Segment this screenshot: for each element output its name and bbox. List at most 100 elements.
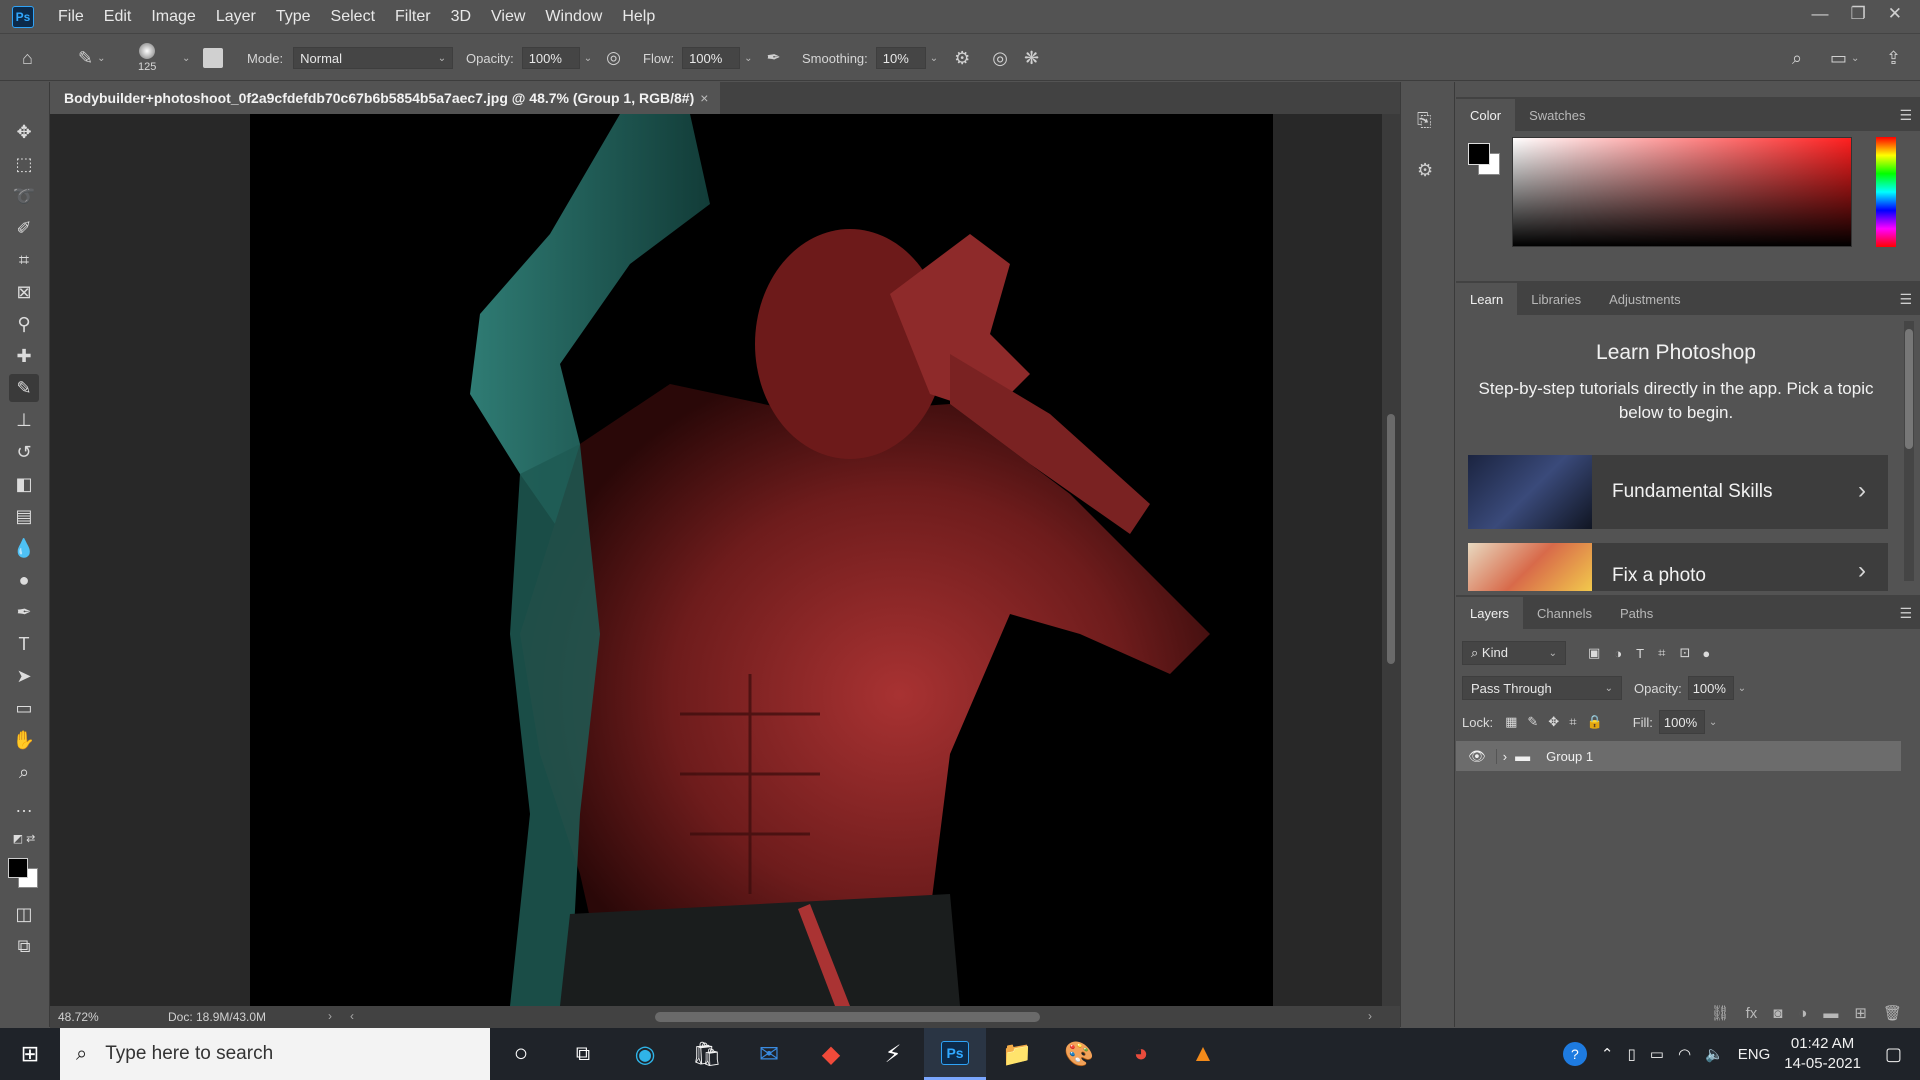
filter-pixel-icon[interactable]: ▣ — [1588, 645, 1600, 661]
cortana-icon[interactable]: ○ — [490, 1028, 552, 1080]
filter-toggle-icon[interactable]: ● — [1702, 646, 1710, 661]
search-icon[interactable]: ⌕ — [1792, 34, 1802, 82]
menu-file[interactable]: File — [48, 8, 94, 26]
menu-view[interactable]: View — [481, 8, 535, 26]
scroll-right-icon[interactable]: › — [1368, 1009, 1372, 1023]
dodge-tool-icon[interactable]: ● — [9, 566, 39, 594]
status-chevron-icon[interactable]: › — [328, 1009, 332, 1023]
history-brush-tool-icon[interactable]: ↺ — [9, 438, 39, 466]
battery-icon[interactable]: ▭ — [1650, 1045, 1664, 1063]
clone-stamp-tool-icon[interactable]: ⊥ — [9, 406, 39, 434]
device-icon[interactable]: ▯ — [1628, 1045, 1636, 1063]
filter-adjustment-icon[interactable]: ◑ — [1614, 646, 1622, 661]
crop-tool-icon[interactable]: ⌗ — [9, 246, 39, 274]
healing-brush-tool-icon[interactable]: ✚ — [9, 342, 39, 370]
link-layers-icon[interactable]: ⛓ — [1711, 1004, 1730, 1022]
wifi-icon[interactable]: ◠ — [1678, 1045, 1691, 1063]
hand-tool-icon[interactable]: ✋ — [9, 726, 39, 754]
edge-icon[interactable]: ◉ — [614, 1028, 676, 1080]
task-view-icon[interactable]: ⧉ — [552, 1028, 614, 1080]
layer-opacity-input[interactable]: 100% — [1687, 676, 1734, 700]
menu-filter[interactable]: Filter — [385, 8, 441, 26]
fill-chevron-icon[interactable]: ⌄ — [1709, 717, 1717, 728]
tab-learn[interactable]: Learn — [1456, 283, 1518, 315]
lasso-tool-icon[interactable]: ➰ — [9, 182, 39, 210]
pressure-opacity-icon[interactable]: ◎ — [606, 48, 621, 68]
learn-scrollbar[interactable] — [1904, 321, 1914, 581]
brush-tool-preset-icon[interactable]: ✎ ⌄ — [78, 34, 105, 82]
adjustment-layer-icon[interactable]: ◑ — [1798, 1005, 1807, 1022]
expand-group-chevron-icon[interactable]: › — [1495, 748, 1507, 764]
type-tool-icon[interactable]: T — [9, 630, 39, 658]
screen-mode-icon[interactable]: ⧉ — [9, 932, 39, 960]
canvas-area[interactable] — [50, 114, 1390, 1006]
vlc-icon[interactable]: ▲ — [1172, 1028, 1234, 1080]
brush-size-chevron-icon[interactable]: ⌄ — [178, 34, 190, 82]
smoothing-chevron-icon[interactable]: ⌄ — [930, 53, 938, 64]
eyedropper-tool-icon[interactable]: ⚲ — [9, 310, 39, 338]
quick-selection-tool-icon[interactable]: ✐ — [9, 214, 39, 242]
document-tab[interactable]: Bodybuilder+photoshoot_0f2a9cfdefdb70c67… — [50, 82, 720, 114]
blur-tool-icon[interactable]: 💧 — [9, 534, 39, 562]
new-layer-icon[interactable]: ⊞ — [1854, 1004, 1867, 1022]
menu-window[interactable]: Window — [535, 8, 612, 26]
add-mask-icon[interactable]: ◙ — [1773, 1005, 1782, 1022]
menu-image[interactable]: Image — [141, 8, 205, 26]
brush-size-picker[interactable]: 125 — [138, 34, 156, 82]
file-explorer-icon[interactable]: 📁 — [986, 1028, 1048, 1080]
lock-transparent-icon[interactable]: ▦ — [1505, 714, 1517, 730]
capcut-icon[interactable]: ⚡ — [862, 1028, 924, 1080]
taskbar-search-box[interactable]: ⌕ Type here to search — [60, 1028, 490, 1080]
minimize-icon[interactable]: — — [1812, 4, 1829, 24]
opacity-input[interactable]: 100% — [521, 47, 580, 69]
opacity-chevron-icon[interactable]: ⌄ — [584, 53, 592, 64]
foreground-color-swatch[interactable] — [8, 858, 28, 878]
photoshop-taskbar-icon[interactable]: Ps — [924, 1028, 986, 1080]
menu-layer[interactable]: Layer — [206, 8, 266, 26]
lock-artboard-icon[interactable]: ⌗ — [1569, 714, 1576, 730]
trash-icon[interactable]: 🗑 — [1883, 1004, 1902, 1022]
blend-mode-dropdown[interactable]: Pass Through ⌄ — [1462, 676, 1622, 700]
menu-3d[interactable]: 3D — [441, 8, 481, 26]
filter-smart-object-icon[interactable]: ⊡ — [1679, 645, 1690, 661]
help-icon[interactable]: ? — [1562, 1042, 1587, 1066]
tab-layers[interactable]: Layers — [1456, 597, 1524, 629]
language-indicator[interactable]: ENG — [1738, 1046, 1771, 1063]
layer-opacity-chevron-icon[interactable]: ⌄ — [1738, 683, 1746, 694]
chrome-icon[interactable]: ◕ — [1110, 1028, 1172, 1080]
layer-row[interactable]: 👁 › ▬ Group 1 — [1456, 741, 1901, 771]
hue-slider[interactable] — [1876, 137, 1896, 247]
flow-input[interactable]: 100% — [682, 47, 741, 69]
frame-tool-icon[interactable]: ⊠ — [9, 278, 39, 306]
scroll-left-icon[interactable]: ‹ — [350, 1009, 354, 1023]
learn-panel-menu-icon[interactable]: ☰ — [1899, 291, 1912, 308]
menu-edit[interactable]: Edit — [94, 8, 142, 26]
vertical-scroll-thumb[interactable] — [1387, 414, 1395, 664]
tab-swatches[interactable]: Swatches — [1515, 99, 1599, 131]
close-tab-icon[interactable]: × — [700, 90, 708, 106]
notification-icon[interactable]: ▢ — [1885, 1044, 1902, 1065]
lock-pixels-icon[interactable]: ✎ — [1527, 714, 1538, 730]
zoom-level[interactable]: 48.72% — [58, 1010, 99, 1024]
default-colors-icon[interactable]: ◩ ⇄ — [9, 824, 39, 852]
lock-all-icon[interactable]: 🔒 — [1587, 714, 1603, 730]
document-image[interactable] — [250, 114, 1273, 1006]
gradient-tool-icon[interactable]: ▤ — [9, 502, 39, 530]
store-icon[interactable]: 🛍 — [676, 1028, 738, 1080]
history-panel-icon[interactable]: ⎘ — [1417, 110, 1431, 131]
move-tool-icon[interactable]: ✥ — [9, 118, 39, 146]
visibility-eye-icon[interactable]: 👁 — [1468, 748, 1486, 765]
path-selection-tool-icon[interactable]: ➤ — [9, 662, 39, 690]
home-icon[interactable]: ⌂ — [22, 34, 33, 82]
color-foreground-swatch[interactable] — [1468, 143, 1490, 165]
windows-start-icon[interactable]: ⊞ — [0, 1028, 60, 1080]
flow-chevron-icon[interactable]: ⌄ — [744, 53, 752, 64]
smoothing-input[interactable]: 10% — [875, 47, 926, 69]
filter-shape-icon[interactable]: ⌗ — [1658, 645, 1665, 661]
color-panel-menu-icon[interactable]: ☰ — [1899, 107, 1912, 124]
clock[interactable]: 01:42 AM 14-05-2021 — [1784, 1034, 1861, 1074]
learn-scroll-thumb[interactable] — [1905, 329, 1913, 449]
lock-position-icon[interactable]: ✥ — [1548, 714, 1559, 730]
new-group-icon[interactable]: ▬ — [1823, 1005, 1838, 1022]
brush-settings-panel-icon[interactable] — [203, 34, 223, 82]
